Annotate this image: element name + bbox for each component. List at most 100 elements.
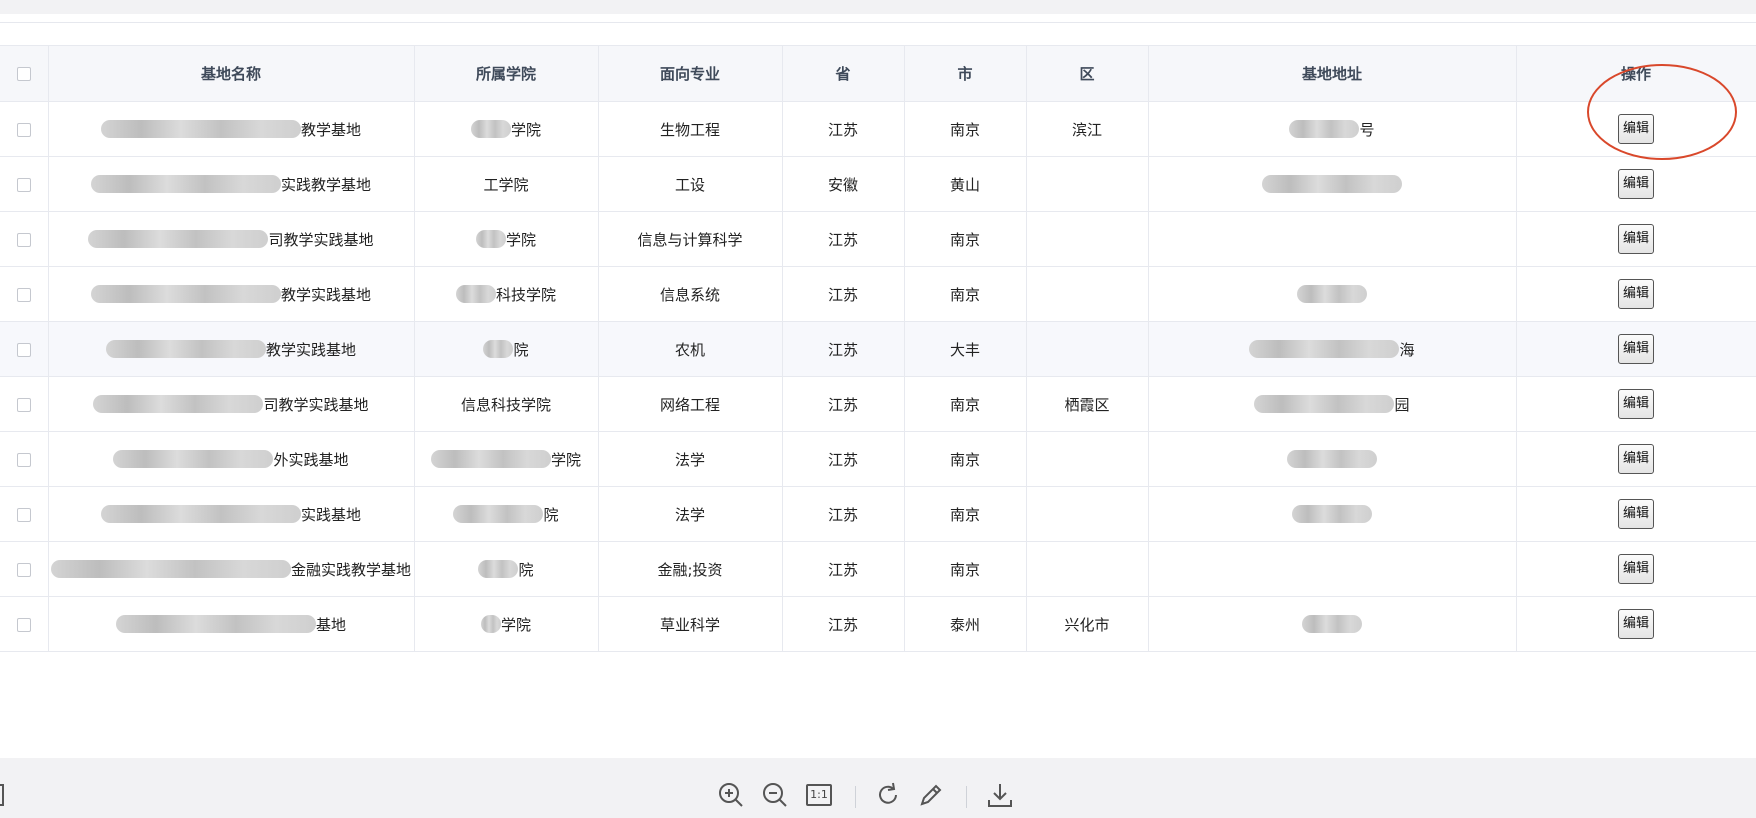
cell-city: 南京 (904, 101, 1027, 157)
cell-district (1026, 431, 1149, 487)
table-row: 司教学实践基地 学院 信息与计算科学 江苏 南京 编辑 (0, 211, 1756, 267)
edit-button[interactable]: 编辑 (1618, 334, 1654, 364)
row-checkbox[interactable] (16, 232, 31, 247)
cell-name-text: 司教学实践基地 (268, 230, 374, 249)
table-row: 基地 学院 草业科学 江苏 泰州 兴化市 编辑 (0, 596, 1756, 652)
cell-city-text: 南京 (949, 450, 980, 469)
row-checkbox[interactable] (16, 397, 31, 412)
col-header-province[interactable]: 省 (782, 45, 905, 102)
cell-district (1026, 266, 1149, 322)
actual-size-icon[interactable]: 1:1 (804, 780, 834, 810)
cell-address (1148, 596, 1517, 652)
cell-action: 编辑 (1516, 321, 1756, 377)
cell-city-text: 大丰 (949, 340, 980, 359)
cell-city: 泰州 (904, 596, 1027, 652)
cell-action: 编辑 (1516, 101, 1756, 157)
row-checkbox[interactable] (16, 177, 31, 192)
cell-major-text: 工设 (674, 175, 705, 194)
row-select-cell[interactable] (0, 101, 49, 157)
cell-name-text: 实践教学基地 (280, 175, 371, 194)
row-checkbox[interactable] (16, 507, 31, 522)
redacted-block (453, 505, 544, 523)
cell-name: 司教学实践基地 (48, 211, 415, 267)
edit-button[interactable]: 编辑 (1618, 114, 1654, 144)
cell-action: 编辑 (1516, 596, 1756, 652)
row-select-cell[interactable] (0, 596, 49, 652)
row-checkbox[interactable] (16, 452, 31, 467)
panel-toggle-icon[interactable] (0, 784, 4, 806)
cell-college: 信息科技学院 (414, 376, 599, 432)
pencil-icon[interactable] (916, 780, 946, 810)
cell-major-text: 信息系统 (659, 285, 720, 304)
cell-province-text: 江苏 (827, 505, 858, 524)
rotate-icon[interactable] (873, 780, 903, 810)
edit-button[interactable]: 编辑 (1618, 609, 1654, 639)
cell-address-text: 号 (1359, 120, 1375, 139)
cell-address (1148, 156, 1517, 212)
cell-college: 学院 (414, 211, 599, 267)
row-select-cell[interactable] (0, 321, 49, 377)
cell-major: 信息与计算科学 (598, 211, 783, 267)
col-header-name[interactable]: 基地名称 (48, 45, 415, 102)
cell-province-text: 江苏 (827, 285, 858, 304)
col-header-city[interactable]: 市 (904, 45, 1027, 102)
redacted-block (478, 560, 519, 578)
redacted-block (430, 450, 551, 468)
cell-district (1026, 321, 1149, 377)
row-checkbox[interactable] (16, 617, 31, 632)
col-header-district[interactable]: 区 (1026, 45, 1149, 102)
download-icon[interactable] (985, 780, 1015, 810)
toolbar-separator (855, 786, 856, 808)
col-header-college[interactable]: 所属学院 (414, 45, 599, 102)
redacted-block (115, 615, 316, 633)
edit-button[interactable]: 编辑 (1618, 499, 1654, 529)
row-select-cell[interactable] (0, 156, 49, 212)
cell-province: 江苏 (782, 541, 905, 597)
col-header-address[interactable]: 基地地址 (1148, 45, 1517, 102)
select-all-cell[interactable] (0, 45, 49, 102)
zoom-out-icon[interactable] (760, 780, 790, 810)
row-select-cell[interactable] (0, 211, 49, 267)
cell-action: 编辑 (1516, 541, 1756, 597)
cell-city-text: 南京 (949, 285, 980, 304)
row-select-cell[interactable] (0, 486, 49, 542)
cell-college-text: 科技学院 (495, 285, 556, 304)
edit-button[interactable]: 编辑 (1618, 444, 1654, 474)
row-checkbox[interactable] (16, 562, 31, 577)
cell-province: 江苏 (782, 431, 905, 487)
cell-address: 海 (1148, 321, 1517, 377)
cell-major: 法学 (598, 431, 783, 487)
edit-button[interactable]: 编辑 (1618, 224, 1654, 254)
cell-province-text: 安徽 (827, 175, 858, 194)
row-checkbox[interactable] (16, 287, 31, 302)
cell-college-text: 院 (518, 560, 534, 579)
edit-button[interactable]: 编辑 (1618, 389, 1654, 419)
cell-name-text: 司教学实践基地 (263, 395, 369, 414)
cell-district (1026, 486, 1149, 542)
cell-college-text: 学院 (510, 120, 541, 139)
cell-province-text: 江苏 (827, 615, 858, 634)
cell-city: 大丰 (904, 321, 1027, 377)
zoom-in-icon[interactable] (716, 780, 746, 810)
row-checkbox[interactable] (16, 122, 31, 137)
cell-major: 金融;投资 (598, 541, 783, 597)
row-select-cell[interactable] (0, 266, 49, 322)
cell-college: 科技学院 (414, 266, 599, 322)
cell-college: 学院 (414, 431, 599, 487)
cell-major-text: 法学 (674, 450, 705, 469)
select-all-checkbox[interactable] (16, 67, 31, 81)
col-header-major[interactable]: 面向专业 (598, 45, 783, 102)
cell-city-text: 南京 (949, 505, 980, 524)
cell-city: 南京 (904, 486, 1027, 542)
row-select-cell[interactable] (0, 541, 49, 597)
redacted-block (475, 230, 506, 248)
cell-name: 教学实践基地 (48, 266, 415, 322)
cell-action: 编辑 (1516, 376, 1756, 432)
edit-button[interactable]: 编辑 (1618, 554, 1654, 584)
edit-button[interactable]: 编辑 (1618, 169, 1654, 199)
edit-button[interactable]: 编辑 (1618, 279, 1654, 309)
cell-name: 实践教学基地 (48, 156, 415, 212)
row-checkbox[interactable] (16, 342, 31, 357)
row-select-cell[interactable] (0, 376, 49, 432)
row-select-cell[interactable] (0, 431, 49, 487)
